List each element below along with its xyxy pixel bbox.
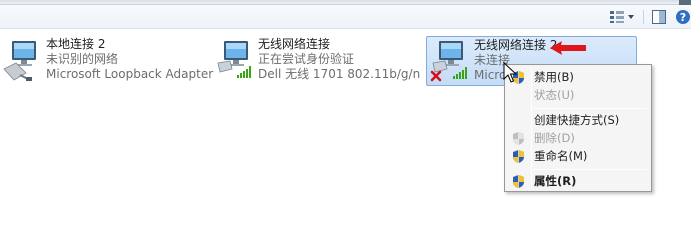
wired-network-icon bbox=[2, 39, 42, 81]
views-icon[interactable] bbox=[609, 8, 635, 26]
menu-separator bbox=[533, 108, 647, 109]
menu-item-disable[interactable]: 禁用(B) bbox=[507, 68, 649, 87]
preview-pane-icon[interactable] bbox=[650, 8, 668, 26]
connection-item-wireless[interactable]: 无线网络连接 正在尝试身份验证 Dell 无线 1701 802.11b/g/n bbox=[214, 37, 420, 85]
connection-name: 无线网络连接 2 bbox=[474, 38, 558, 52]
context-menu: 禁用(B) 状态(U) 创建快捷方式(S) 删除(D) 重命名(M) 属性(R) bbox=[504, 64, 652, 192]
connection-device: Micro bbox=[474, 68, 504, 82]
wireless-disconnected-icon bbox=[429, 39, 469, 82]
menu-item-rename[interactable]: 重命名(M) bbox=[507, 147, 649, 166]
menu-item-properties[interactable]: 属性(R) bbox=[507, 172, 649, 191]
menu-item-label: 禁用(B) bbox=[534, 70, 574, 84]
connection-device: Dell 无线 1701 802.11b/g/n bbox=[258, 67, 421, 81]
menu-item-create-shortcut[interactable]: 创建快捷方式(S) bbox=[507, 111, 649, 130]
mouse-cursor-icon bbox=[503, 62, 517, 83]
menu-item-label: 属性(R) bbox=[534, 174, 577, 188]
annotation-arrow-icon bbox=[550, 41, 586, 55]
menu-item-label: 状态(U) bbox=[534, 88, 575, 102]
uac-shield-icon bbox=[512, 131, 525, 146]
uac-shield-icon bbox=[512, 174, 525, 189]
toolbar-separator bbox=[643, 10, 644, 24]
connection-name: 无线网络连接 bbox=[258, 37, 331, 51]
menu-item-label: 重命名(M) bbox=[534, 149, 588, 163]
connection-item-local[interactable]: 本地连接 2 未识别的网络 Microsoft Loopback Adapter bbox=[2, 37, 213, 85]
uac-shield-icon bbox=[512, 149, 525, 164]
connection-status: 正在尝试身份验证 bbox=[258, 52, 355, 66]
menu-separator bbox=[533, 169, 647, 170]
svg-text:?: ? bbox=[680, 11, 686, 24]
menu-item-label: 删除(D) bbox=[534, 131, 575, 145]
connection-name: 本地连接 2 bbox=[46, 37, 106, 51]
menu-item-label: 创建快捷方式(S) bbox=[534, 113, 620, 127]
help-icon[interactable]: ? bbox=[675, 8, 691, 26]
connection-device: Microsoft Loopback Adapter bbox=[46, 67, 214, 81]
toolbar: ? bbox=[0, 5, 691, 29]
menu-item-delete[interactable]: 删除(D) bbox=[507, 129, 649, 148]
wireless-network-icon bbox=[214, 39, 254, 81]
connection-status: 未识别的网络 bbox=[46, 52, 119, 66]
menu-item-status[interactable]: 状态(U) bbox=[507, 86, 649, 105]
